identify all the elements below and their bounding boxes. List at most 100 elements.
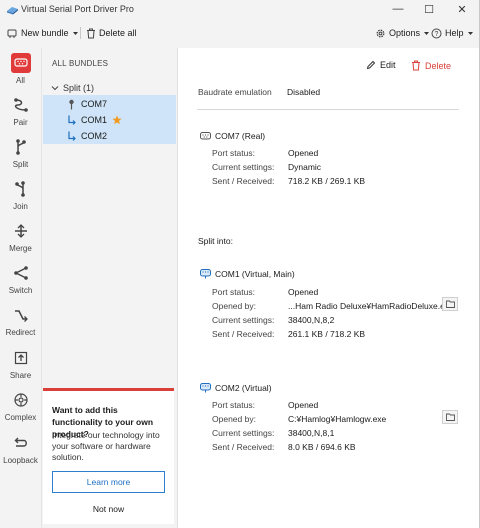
promo-card: Want to add this functionality to your o… <box>43 388 174 524</box>
tree-item-label: COM7 <box>81 99 108 109</box>
options-button[interactable]: Options <box>375 25 430 41</box>
not-now-button[interactable]: Not now <box>52 501 165 517</box>
open-folder-button[interactable] <box>442 410 458 424</box>
rail-label-pair: Pair <box>13 118 28 127</box>
loopback-icon <box>11 433 31 453</box>
rail-item-pair[interactable]: Pair <box>0 95 41 135</box>
svg-text:?: ? <box>435 31 439 38</box>
delete-button[interactable]: Delete <box>411 60 451 71</box>
branch-arrow-icon <box>68 131 76 141</box>
com1-sent-value: 261.1 KB / 718.2 KB <box>288 329 366 339</box>
com2-opened-by-value: C:¥Hamlog¥Hamlogw.exe <box>288 414 387 424</box>
nav-rail: All Pair Split Join Merge Switch Redirec… <box>0 48 41 528</box>
com1-settings-value: 38400,N,8,2 <box>288 315 335 325</box>
rail-label-merge: Merge <box>9 244 32 253</box>
new-bundle-button[interactable]: New bundle <box>7 25 79 41</box>
merge-icon <box>11 221 31 241</box>
com2-opened-by-label: Opened by: <box>212 414 256 424</box>
split-icon <box>11 137 31 157</box>
chevron-down-icon <box>467 31 473 35</box>
com7-sent-label: Sent / Received: <box>212 176 275 186</box>
com1-sent-label: Sent / Received: <box>212 329 275 339</box>
com1-opened-by-label: Opened by: <box>212 301 256 311</box>
new-bundle-icon <box>7 29 17 38</box>
tree-group-label: Split (1) <box>63 83 95 93</box>
rail-label-share: Share <box>9 371 32 380</box>
delete-all-button[interactable]: Delete all <box>86 25 137 41</box>
com2-header: COM2 (Virtual) <box>200 383 272 393</box>
close-button[interactable]: ✕ <box>447 0 477 18</box>
help-label: Help <box>445 28 464 38</box>
tree-header: ALL BUNDLES <box>52 59 109 68</box>
folder-icon <box>445 300 455 308</box>
com1-status-label: Port status: <box>212 287 255 297</box>
virtual-port-icon <box>200 269 211 279</box>
com2-status-value: Opened <box>288 400 319 410</box>
gear-icon <box>376 29 385 37</box>
help-icon: ? <box>431 28 442 38</box>
delete-all-label: Delete all <box>99 28 137 38</box>
com7-settings-value: Dynamic <box>288 162 322 172</box>
rail-label-join: Join <box>13 202 28 211</box>
com7-status-label: Port status: <box>212 148 255 158</box>
rail-item-join[interactable]: Join <box>0 179 41 219</box>
details-panel: Edit Delete Baudrate emulation Disabled … <box>177 48 479 528</box>
pencil-icon <box>366 60 376 70</box>
com2-sent-label: Sent / Received: <box>212 442 275 452</box>
switch-icon <box>11 263 31 283</box>
split-into-heading: Split into: <box>198 236 233 246</box>
edit-label: Edit <box>380 60 396 70</box>
options-label: Options <box>389 28 421 38</box>
delete-label: Delete <box>425 60 452 71</box>
tree-item-com1[interactable]: COM1 <box>67 112 122 128</box>
chevron-down-icon <box>51 86 59 91</box>
rail-label-complex: Complex <box>4 413 37 422</box>
complex-icon <box>11 390 31 410</box>
open-folder-button[interactable] <box>442 297 458 311</box>
rail-item-loopback[interactable]: Loopback <box>0 433 41 473</box>
com1-title: COM1 (Virtual, Main) <box>215 269 295 279</box>
tree-item-com7[interactable]: COM7 <box>67 96 107 112</box>
toolbar: New bundle Delete all Options ? Help <box>0 22 480 44</box>
com2-title: COM2 (Virtual) <box>215 383 272 393</box>
maximize-button[interactable]: ☐ <box>414 0 444 18</box>
window-title: Virtual Serial Port Driver Pro <box>21 4 134 14</box>
com2-status-label: Port status: <box>212 400 255 410</box>
share-icon <box>11 348 31 368</box>
promo-text: Integrate our technology into your softw… <box>52 430 160 462</box>
com1-opened-by-value: ...Ham Radio Deluxe¥HamRadioDeluxe.exe <box>288 301 454 311</box>
virtual-port-icon <box>200 383 211 393</box>
edit-button[interactable]: Edit <box>366 60 396 70</box>
pin-icon <box>69 99 74 109</box>
com1-status-value: Opened <box>288 287 319 297</box>
rail-item-split[interactable]: Split <box>0 137 41 177</box>
trash-icon <box>87 28 95 38</box>
rail-label-all: All <box>16 76 25 85</box>
folder-icon <box>445 413 455 421</box>
serial-port-icon <box>200 131 211 139</box>
rail-item-all[interactable]: All <box>0 53 41 93</box>
minimize-button[interactable]: — <box>383 0 413 18</box>
rail-item-redirect[interactable]: Redirect <box>0 305 41 345</box>
rail-item-complex[interactable]: Complex <box>0 390 41 430</box>
rail-item-switch[interactable]: Switch <box>0 263 41 303</box>
pair-icon <box>11 95 31 115</box>
redirect-icon <box>11 305 31 325</box>
learn-more-button[interactable]: Learn more <box>52 471 165 493</box>
tree-group-split[interactable]: Split (1) <box>51 83 94 93</box>
tree-item-com2[interactable]: COM2 <box>67 128 107 144</box>
com7-sent-value: 718.2 KB / 269.1 KB <box>288 176 366 186</box>
rail-label-loopback: Loopback <box>3 456 38 465</box>
tree-item-label: COM1 <box>81 115 108 125</box>
baudrate-value: Disabled <box>287 87 321 97</box>
baudrate-label: Baudrate emulation <box>198 87 272 97</box>
branch-arrow-icon <box>68 115 76 125</box>
rail-item-merge[interactable]: Merge <box>0 221 41 261</box>
rail-item-share[interactable]: Share <box>0 348 41 388</box>
com2-sent-value: 8.0 KB / 694.6 KB <box>288 442 356 452</box>
new-bundle-label: New bundle <box>21 28 69 38</box>
help-button[interactable]: ? Help <box>431 25 474 41</box>
section-divider <box>197 109 459 110</box>
join-icon <box>11 179 31 199</box>
com1-header: COM1 (Virtual, Main) <box>200 269 295 279</box>
